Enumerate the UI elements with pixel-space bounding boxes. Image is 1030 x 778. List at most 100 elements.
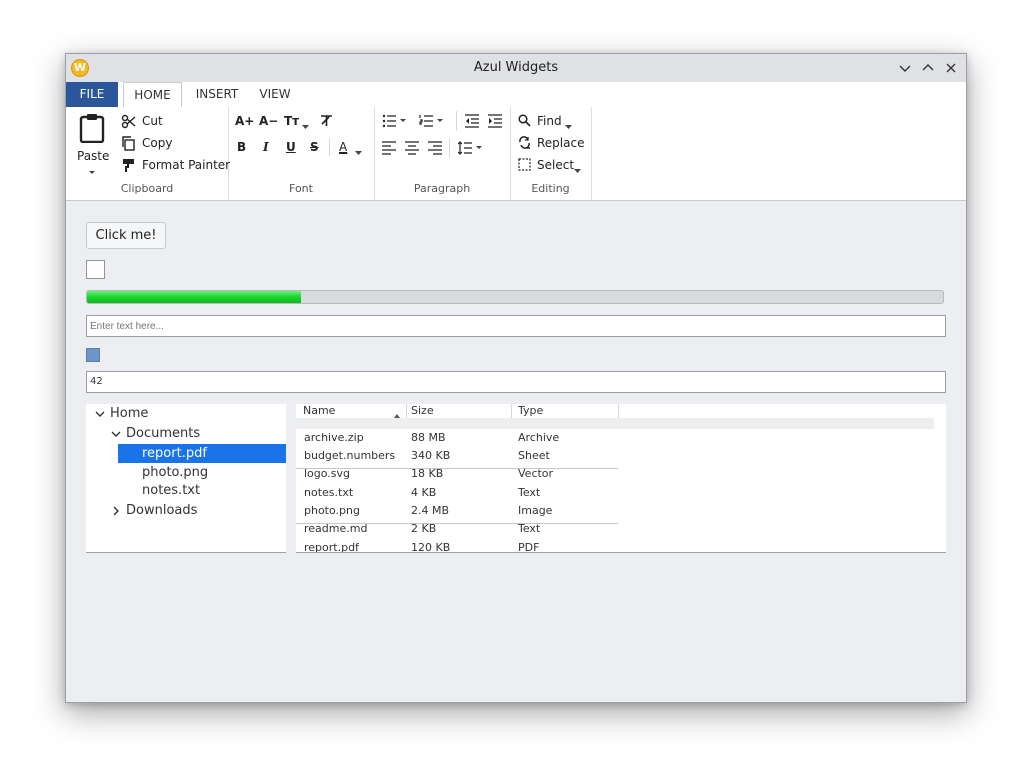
maximize-icon[interactable] (919, 59, 937, 77)
table-row[interactable]: budget.numbers 340 KB Sheet (296, 447, 618, 465)
bold-button[interactable]: B (237, 140, 246, 154)
table-row[interactable]: logo.svg 18 KB Vector (296, 465, 618, 483)
cell-size: 2 KB (411, 522, 437, 535)
tree-item-report-pdf[interactable]: report.pdf (118, 444, 286, 463)
tree-item-label: photo.png (142, 465, 209, 480)
cell-size: 120 KB (411, 541, 451, 553)
table-row[interactable]: report.pdf 120 KB PDF (296, 539, 618, 553)
find-icon (518, 114, 531, 130)
replace-icon (518, 136, 531, 152)
number-input[interactable]: 42 (86, 371, 946, 393)
copy-button[interactable]: Copy (142, 136, 172, 150)
tree-item-photo-png[interactable]: photo.png (142, 463, 208, 482)
click-me-button[interactable]: Click me! (86, 222, 166, 249)
table-row[interactable]: photo.png 2.4 MB Image (296, 502, 618, 520)
text-input[interactable] (86, 315, 946, 337)
checkbox[interactable] (86, 260, 105, 279)
tab-home[interactable]: HOME (123, 82, 182, 108)
cell-name: report.pdf (304, 541, 359, 553)
cut-button[interactable]: Cut (142, 114, 163, 128)
editing-group: Find Replace Select Editing (510, 107, 592, 200)
table-row[interactable]: notes.txt 4 KB Text (296, 484, 618, 502)
title-bar[interactable]: W Azul Widgets (66, 54, 966, 83)
paragraph-group: Paragraph (374, 107, 511, 200)
format-painter-icon (121, 158, 136, 176)
cell-type: Archive (518, 431, 560, 444)
cell-type: Vector (518, 467, 554, 480)
cell-name: readme.md (304, 522, 368, 535)
font-color-button[interactable]: A (339, 140, 347, 154)
cell-size: 340 KB (411, 449, 451, 462)
tab-view[interactable]: VIEW (252, 82, 298, 107)
align-center-icon[interactable] (405, 141, 419, 158)
font-group-label: Font (289, 182, 313, 195)
select-icon (518, 158, 531, 174)
align-right-icon[interactable] (428, 141, 442, 158)
tab-insert[interactable]: INSERT (185, 82, 249, 107)
column-divider[interactable] (406, 404, 407, 418)
color-swatch[interactable] (86, 348, 100, 362)
cell-name: photo.png (304, 504, 360, 517)
shrink-font-button[interactable]: A− (259, 114, 278, 128)
cell-size: 18 KB (411, 467, 444, 480)
grow-font-button[interactable]: A+ (235, 114, 254, 128)
tree-item-label: notes.txt (142, 483, 201, 498)
select-dropdown-icon[interactable] (574, 163, 581, 177)
tab-file[interactable]: FILE (66, 82, 118, 107)
paste-dropdown-icon[interactable] (88, 165, 96, 179)
tree-item-notes-txt[interactable]: notes.txt (142, 481, 200, 500)
cell-size: 88 MB (411, 431, 446, 444)
cell-type: Text (518, 522, 541, 535)
ribbon-tab-bar: FILE HOME INSERT VIEW (66, 82, 966, 108)
paragraph-group-label: Paragraph (413, 182, 471, 195)
font-group: A+ A− Tт B I U S A Font (228, 107, 375, 200)
editing-group-label: Editing (531, 182, 570, 195)
column-header-label: Type (518, 404, 544, 417)
paste-button[interactable]: Paste (77, 149, 109, 163)
cell-type: Sheet (518, 449, 550, 462)
table-row[interactable]: readme.md 2 KB Text (296, 520, 618, 538)
tree-item-label: Home (110, 406, 149, 421)
find-dropdown-icon[interactable] (565, 119, 572, 133)
table-row[interactable]: archive.zip 88 MB Archive (296, 429, 618, 447)
cell-type: PDF (518, 541, 540, 553)
italic-button[interactable]: I (263, 140, 269, 154)
tree-item-label: Downloads (126, 503, 198, 518)
align-left-icon[interactable] (382, 141, 396, 158)
cell-name: logo.svg (304, 467, 351, 480)
font-separator (329, 138, 330, 156)
column-divider[interactable] (618, 404, 619, 418)
clear-formatting-icon[interactable] (319, 114, 334, 131)
ribbon: Paste Cut Copy Format Painter Clipboard … (66, 107, 966, 201)
change-case-button[interactable]: Tт (284, 114, 299, 128)
minimize-icon[interactable] (896, 59, 914, 77)
font-color-dropdown-icon[interactable] (355, 145, 362, 159)
clipboard-group-label: Clipboard (120, 182, 174, 195)
tree-item-label: report.pdf (142, 446, 207, 461)
close-icon[interactable] (942, 59, 960, 77)
file-table: Name Size Type archive.zip 88 MB Archive… (296, 404, 946, 553)
line-spacing-icon[interactable] (457, 141, 484, 158)
cell-name: notes.txt (304, 486, 354, 499)
paste-icon[interactable] (79, 113, 105, 146)
format-painter-button[interactable]: Format Painter (142, 158, 230, 172)
strikethrough-button[interactable]: S (310, 140, 319, 154)
column-header-label: Size (411, 404, 434, 417)
decrease-indent-icon[interactable] (465, 114, 479, 131)
numbered-list-icon[interactable] (419, 114, 445, 131)
column-divider[interactable] (511, 404, 512, 418)
paragraph-separator-2 (449, 138, 450, 158)
copy-icon (121, 136, 136, 154)
change-case-dropdown-icon[interactable] (302, 119, 309, 133)
underline-button[interactable]: U (286, 140, 296, 154)
cell-size: 4 KB (411, 486, 437, 499)
progress-bar-fill (87, 291, 301, 303)
find-button[interactable]: Find (537, 114, 562, 128)
bullet-list-icon[interactable] (382, 114, 408, 131)
progress-bar (86, 290, 944, 304)
tree-item-label: Documents (126, 426, 201, 441)
table-header-strip (296, 418, 934, 429)
increase-indent-icon[interactable] (488, 114, 502, 131)
select-button[interactable]: Select (537, 158, 574, 172)
replace-button[interactable]: Replace (537, 136, 584, 150)
